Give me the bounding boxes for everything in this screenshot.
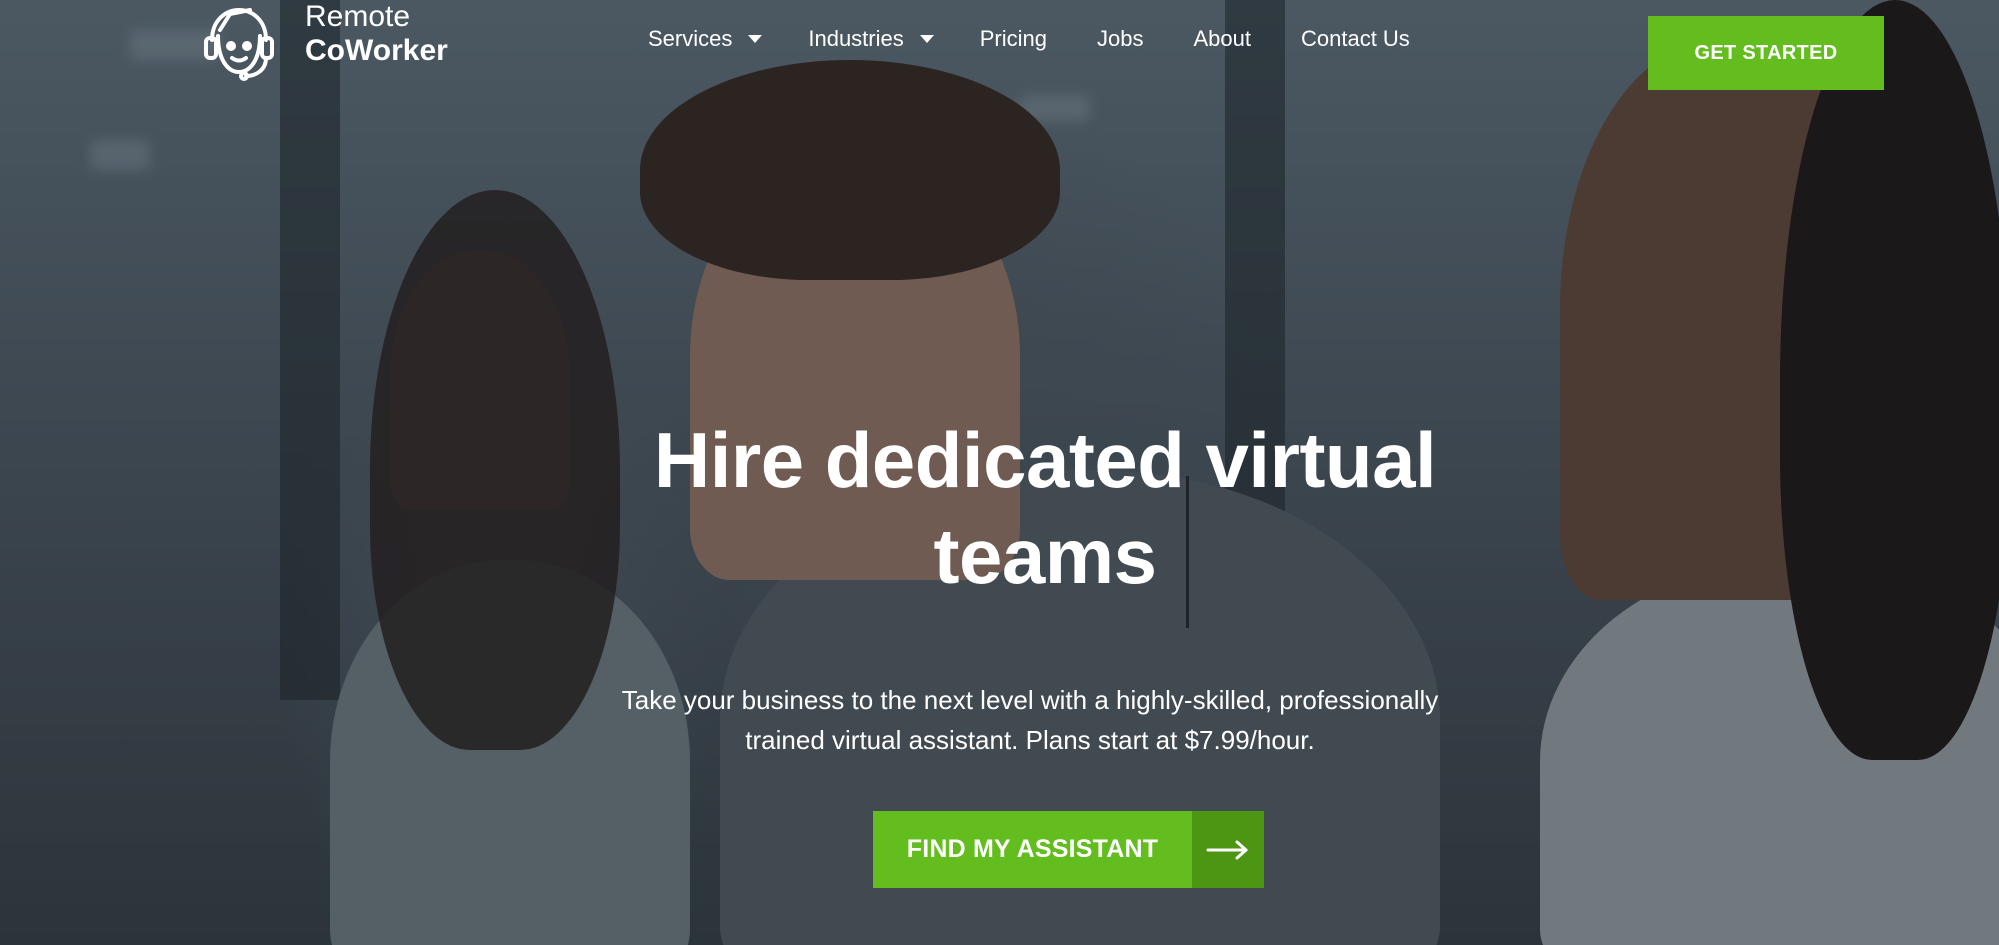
nav-item-contact-us[interactable]: Contact Us xyxy=(1301,26,1410,52)
nav-label: Industries xyxy=(808,26,904,51)
nav-item-industries[interactable]: Industries xyxy=(808,26,934,52)
nav-label: Contact Us xyxy=(1300,26,1410,51)
brand-logo[interactable]: Remote CoWorker xyxy=(200,0,448,82)
caret-down-icon xyxy=(919,35,934,43)
hero-subtitle-line2: trained virtual assistant. Plans start a… xyxy=(745,725,1315,755)
hero-subtitle: Take your business to the next level wit… xyxy=(560,680,1500,760)
nav-item-pricing[interactable]: Pricing xyxy=(980,26,1047,52)
site-header: Remote CoWorker Services Industries Pric… xyxy=(0,0,1999,100)
hero-title-line2: teams xyxy=(933,512,1157,600)
nav-label: Jobs xyxy=(1097,26,1144,51)
nav-label: About xyxy=(1193,26,1251,51)
brand-line2: CoWorker xyxy=(305,33,448,67)
find-my-assistant-button[interactable]: FIND MY ASSISTANT xyxy=(873,811,1264,888)
hero-subtitle-line1: Take your business to the next level wit… xyxy=(621,685,1439,715)
get-started-label: GET STARTED xyxy=(1694,41,1838,64)
nav-label: Pricing xyxy=(979,26,1047,51)
find-my-assistant-label: FIND MY ASSISTANT xyxy=(906,835,1159,863)
get-started-button[interactable]: GET STARTED xyxy=(1648,16,1884,90)
brand-wordmark: Remote CoWorker xyxy=(305,0,448,67)
nav-label: Services xyxy=(648,26,733,51)
caret-down-icon xyxy=(748,35,763,43)
nav-item-services[interactable]: Services xyxy=(648,26,763,52)
typing-cursor xyxy=(1186,476,1189,628)
nav-item-about[interactable]: About xyxy=(1193,26,1251,52)
arrow-right-icon xyxy=(1192,811,1264,888)
nav-item-jobs[interactable]: Jobs xyxy=(1097,26,1143,52)
main-nav: Services Industries Pricing Jobs About C… xyxy=(648,26,1460,52)
hero-title-line1: Hire dedicated virtual xyxy=(653,416,1437,504)
robot-headset-icon xyxy=(204,8,274,81)
hero-title: Hire dedicated virtual teams xyxy=(520,412,1570,604)
brand-line1: Remote xyxy=(305,0,411,33)
